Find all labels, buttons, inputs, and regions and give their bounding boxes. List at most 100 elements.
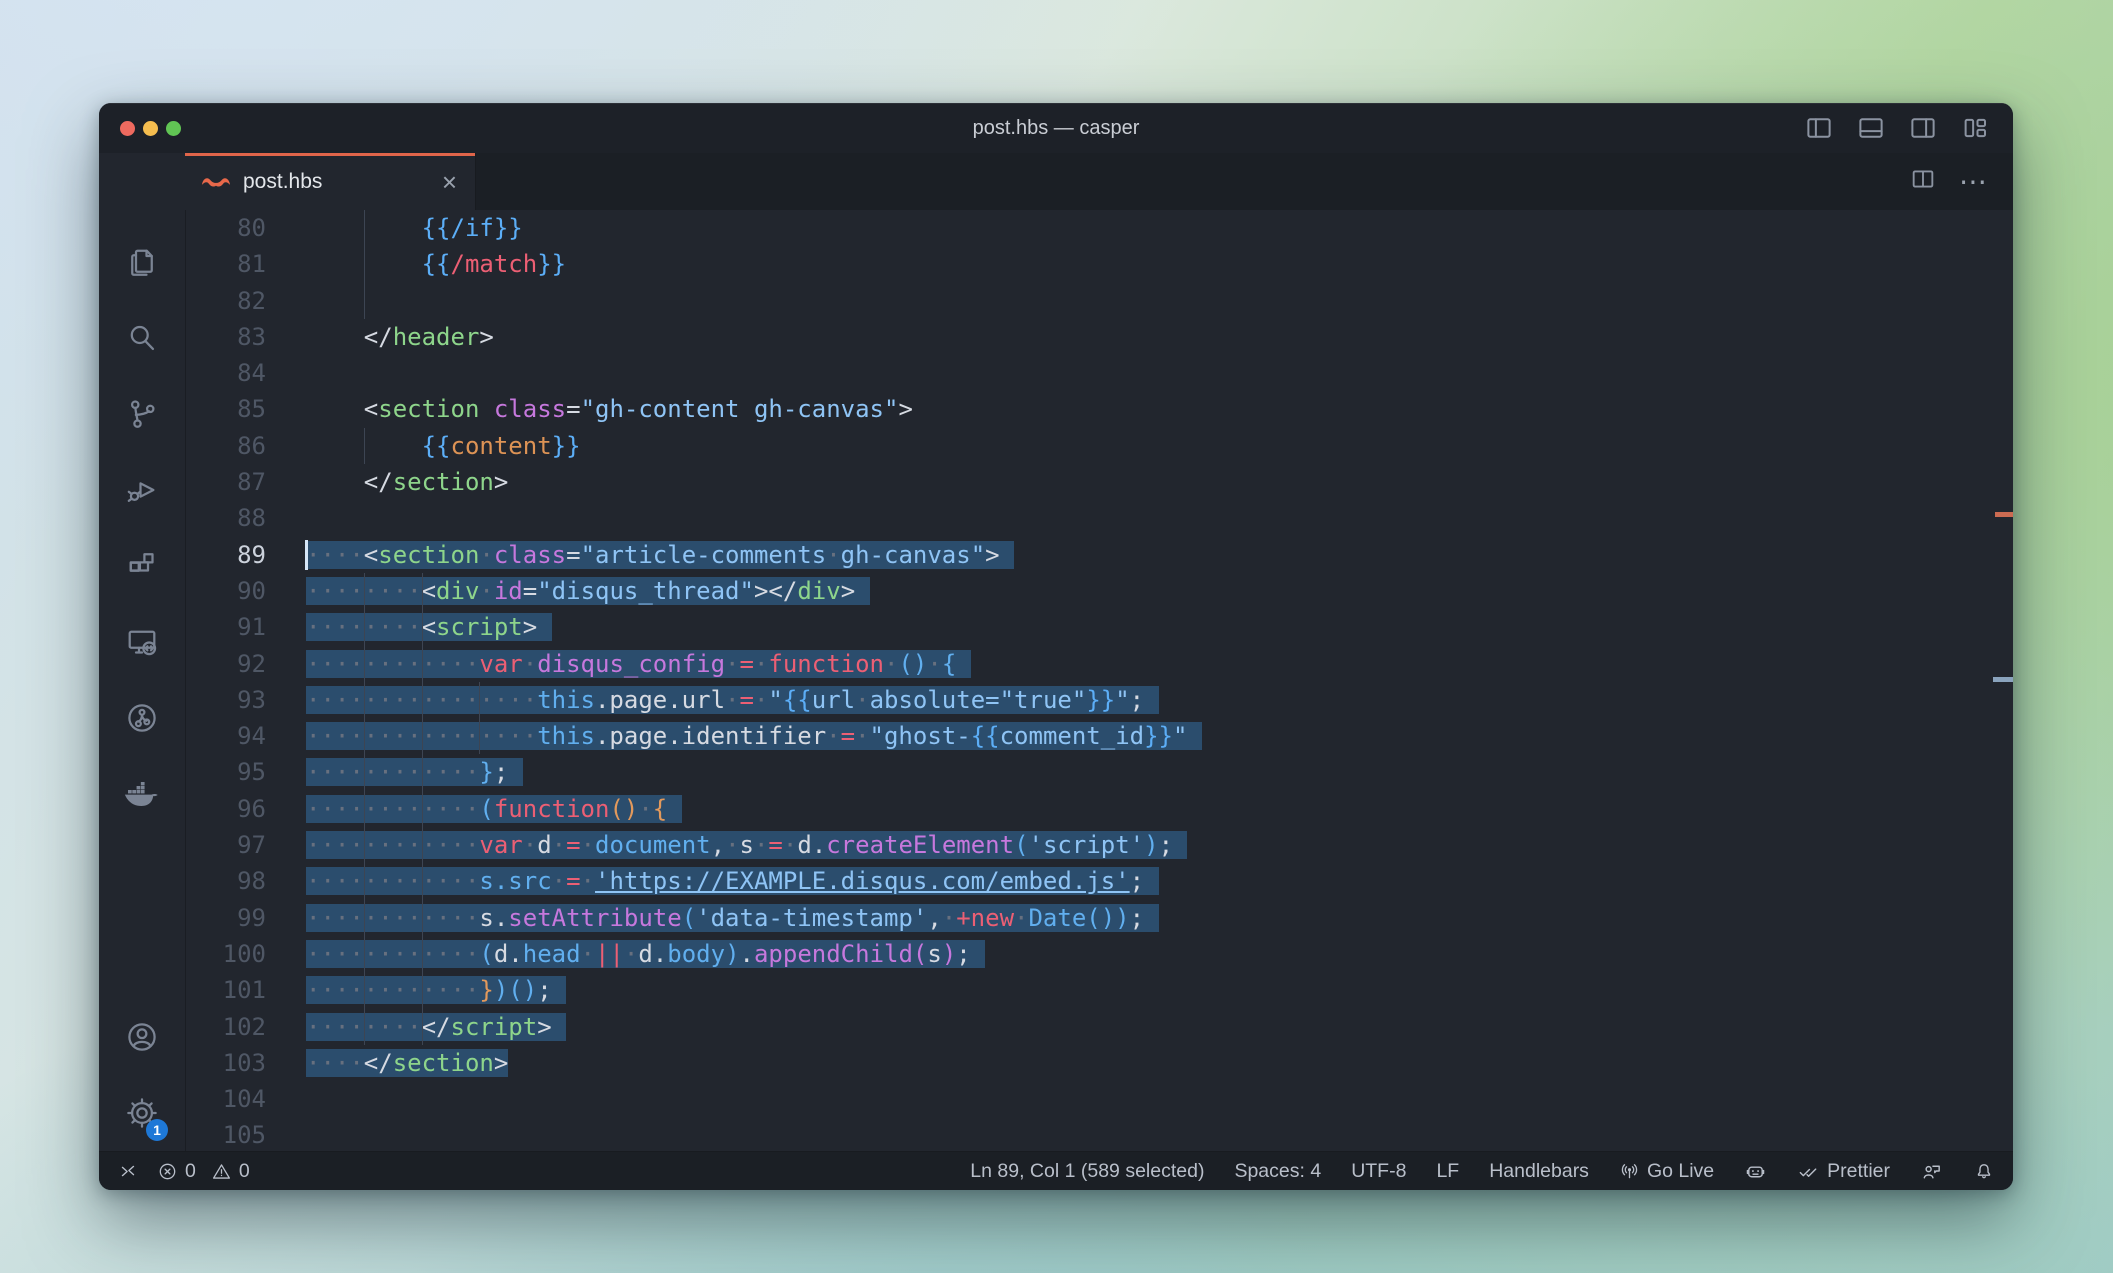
code-line[interactable]: 83 </header> (186, 319, 2013, 355)
code-line[interactable]: 82 (186, 283, 2013, 319)
code-token: < (364, 395, 378, 423)
indent-guide (364, 646, 365, 682)
feedback-status[interactable] (1920, 1160, 1943, 1183)
indentation-status[interactable]: Spaces: 4 (1234, 1160, 1321, 1183)
tab-post-hbs[interactable]: post.hbs × (185, 153, 476, 210)
line-number: 94 (186, 718, 266, 754)
code-text: ········<div·id="disqus_thread"></div> (306, 573, 870, 609)
eol-status[interactable]: LF (1436, 1160, 1459, 1183)
code-text: <section class="gh-content gh-canvas"> (306, 391, 913, 427)
extensions-icon[interactable] (114, 528, 170, 604)
indent-guide (422, 900, 423, 936)
code-line[interactable]: 84 (186, 355, 2013, 391)
line-number: 81 (186, 246, 266, 282)
indent-guide (364, 682, 365, 718)
problems-indicator[interactable]: 0 0 (157, 1160, 250, 1183)
explorer-icon[interactable] (114, 224, 170, 300)
run-and-debug-icon[interactable] (114, 452, 170, 528)
code-token: </ (364, 323, 393, 351)
docker-icon[interactable] (114, 756, 170, 832)
line-number: 102 (186, 1009, 266, 1045)
code-text: ············(d.head·||·d.body).appendChi… (306, 936, 985, 972)
code-token: > (523, 613, 537, 641)
prettier-status[interactable]: Prettier (1797, 1160, 1890, 1183)
code-line[interactable]: 90········<div·id="disqus_thread"></div> (186, 573, 2013, 609)
selection-highlight: ····<section·class="article-comments·gh-… (306, 541, 1014, 569)
layout-sidebar-right-icon[interactable] (1907, 112, 1939, 144)
code-line[interactable]: 91········<script> (186, 609, 2013, 645)
code-line[interactable]: 102 ········</script> (186, 1009, 2013, 1045)
go-live-button[interactable]: Go Live (1619, 1160, 1714, 1183)
line-number: 92 (186, 646, 266, 682)
code-editor[interactable]: 80 {{/if}}81 {{/match}}8283 </header>848… (186, 210, 2013, 1151)
code-text: ····</section> (306, 1045, 508, 1081)
settings-gear-icon[interactable]: 1 (114, 1075, 170, 1151)
account-icon[interactable] (114, 999, 170, 1075)
code-line[interactable]: 93················this.page.url·=·"{{url… (186, 682, 2013, 718)
double-check-icon (1797, 1160, 1820, 1183)
code-token: ( (682, 904, 696, 932)
layout-sidebar-left-icon[interactable] (1803, 112, 1835, 144)
code-line[interactable]: 99············s.setAttribute('data-times… (186, 900, 2013, 936)
code-line[interactable]: 98············s.src·=·'https://EXAMPLE.d… (186, 863, 2013, 899)
code-line[interactable]: 88 (186, 500, 2013, 536)
code-line[interactable]: 89····<section·class="article-comments·g… (186, 537, 2013, 573)
indent-guide (364, 791, 365, 827)
source-control-icon[interactable] (114, 376, 170, 452)
copilot-status[interactable] (1744, 1160, 1767, 1183)
remote-explorer-icon[interactable] (114, 604, 170, 680)
code-line[interactable]: 101············})(); (186, 972, 2013, 1008)
remote-indicator[interactable] (117, 1160, 139, 1182)
handlebars-mustache-icon (201, 172, 231, 192)
code-token: > (494, 1049, 508, 1077)
encoding-status[interactable]: UTF-8 (1351, 1160, 1406, 1183)
tab-close-icon[interactable]: × (440, 169, 459, 195)
layout-panel-icon[interactable] (1855, 112, 1887, 144)
broadcast-icon (1619, 1161, 1640, 1182)
code-line[interactable]: 87 </section> (186, 464, 2013, 500)
code-token: " (1173, 722, 1187, 750)
code-line[interactable]: 95············}; (186, 754, 2013, 790)
code-line[interactable]: 100············(d.head·||·d.body).append… (186, 936, 2013, 972)
code-line[interactable]: 85 <section class="gh-content gh-canvas"… (186, 391, 2013, 427)
code-line[interactable]: 92············var·disqus_config·=·functi… (186, 646, 2013, 682)
more-actions-icon[interactable]: ⋯ (1959, 165, 1989, 198)
indent-guide (479, 718, 480, 754)
code-token: function (768, 650, 884, 678)
selection-highlight: ················this.page.identifier·=·"… (306, 722, 1202, 750)
code-token: ( (479, 940, 493, 968)
code-token: > (898, 395, 912, 423)
code-line[interactable]: 96············(function()·{ (186, 791, 2013, 827)
code-line[interactable]: 105 (186, 1117, 2013, 1151)
code-token: "ghost- (870, 722, 971, 750)
split-editor-icon[interactable] (1909, 165, 1937, 198)
search-icon[interactable] (114, 300, 170, 376)
code-line[interactable]: 81 {{/match}} (186, 246, 2013, 282)
indent-guide (364, 900, 365, 936)
code-token: section (393, 468, 494, 496)
gitlens-icon[interactable] (114, 680, 170, 756)
code-line[interactable]: 86 {{content}} (186, 428, 2013, 464)
selection-highlight: ············s.src·=·'https://EXAMPLE.dis… (306, 867, 1159, 895)
code-token: setAttribute (508, 904, 681, 932)
whitespace-dot: · (725, 831, 739, 859)
whitespace-dot: · (754, 650, 768, 678)
indent-guide (422, 827, 423, 863)
code-token: script (436, 613, 523, 641)
layout-customize-icon[interactable] (1959, 112, 1991, 144)
whitespace-dots: ············ (306, 976, 479, 1004)
code-token: absolute="true" (870, 686, 1087, 714)
notifications-bell[interactable] (1973, 1160, 1995, 1182)
code-line[interactable]: 80 {{/if}} (186, 210, 2013, 246)
language-mode-status[interactable]: Handlebars (1489, 1160, 1589, 1183)
indent-guide (479, 682, 480, 718)
code-line[interactable]: 103····</section> (186, 1045, 2013, 1081)
code-line[interactable]: 97············var·d·=·document,·s·=·d.cr… (186, 827, 2013, 863)
cursor-position-status[interactable]: Ln 89, Col 1 (589 selected) (970, 1160, 1204, 1183)
selection-highlight: ········</script> (306, 1013, 566, 1041)
code-line[interactable]: 104 (186, 1081, 2013, 1117)
code-token: = (768, 831, 782, 859)
code-token: s.src (479, 867, 551, 895)
code-line[interactable]: 94 ················this.page.identifier·=… (186, 718, 2013, 754)
code-text: {{/if}} (306, 210, 523, 246)
